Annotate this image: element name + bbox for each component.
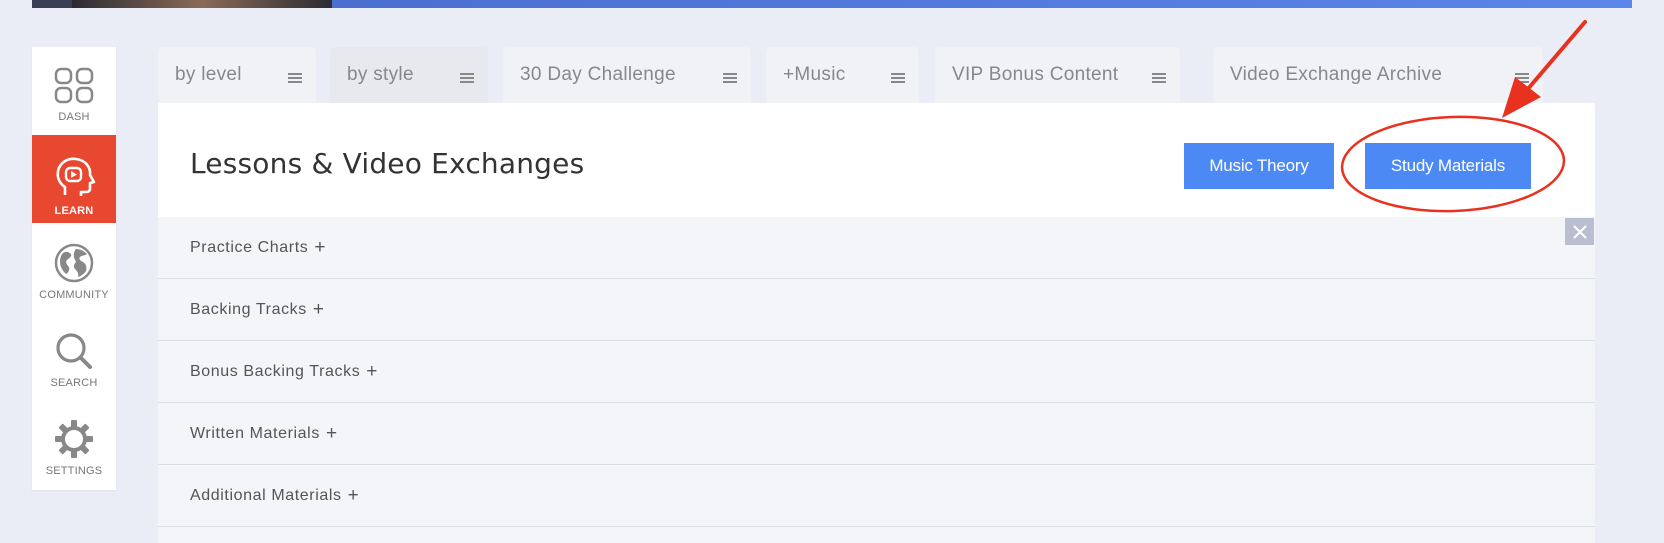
side-navigation: DASH LEARN COMMUNITY SEARCH SETTINGS (32, 47, 116, 490)
search-icon (56, 333, 92, 369)
expand-plus-icon: + (314, 236, 327, 258)
tab-label: 30 Day Challenge (520, 64, 676, 85)
hamburger-menu-icon[interactable] (1152, 73, 1166, 83)
page-title: Lessons & Video Exchanges (190, 147, 585, 180)
tab-label: +Music (783, 64, 846, 85)
nav-label-settings: SETTINGS (45, 465, 103, 477)
dashboard-grid-icon (54, 67, 94, 104)
tab-vip-bonus-content[interactable]: VIP Bonus Content (935, 47, 1180, 103)
tab-30-day-challenge[interactable]: 30 Day Challenge (503, 47, 751, 103)
hamburger-menu-icon[interactable] (460, 73, 474, 83)
tab-label: VIP Bonus Content (952, 64, 1119, 85)
nav-item-dash[interactable]: DASH (32, 47, 116, 135)
learn-head-icon (56, 157, 96, 196)
section-backing-tracks[interactable]: Backing Tracks + (158, 279, 1595, 341)
lessons-panel: Lessons & Video Exchanges Music Theory S… (158, 103, 1595, 543)
panel-header: Lessons & Video Exchanges Music Theory S… (158, 103, 1595, 217)
tab-music[interactable]: +Music (766, 47, 919, 103)
gear-icon (55, 420, 93, 458)
nav-label-community: COMMUNITY (39, 289, 109, 301)
tab-label: by level (175, 64, 242, 85)
section-label: Practice Charts (190, 238, 309, 256)
hamburger-menu-icon[interactable] (1515, 73, 1529, 83)
music-theory-button[interactable]: Music Theory (1184, 143, 1334, 189)
expand-plus-icon: + (312, 298, 325, 320)
tab-label: by style (347, 64, 414, 85)
tab-label: Video Exchange Archive (1230, 64, 1443, 85)
header-banner (32, 0, 1632, 8)
close-button[interactable] (1565, 218, 1594, 245)
tab-by-style[interactable]: by style (330, 47, 488, 103)
study-materials-button[interactable]: Study Materials (1365, 143, 1531, 189)
section-label: Additional Materials (190, 486, 342, 504)
hamburger-menu-icon[interactable] (891, 73, 905, 83)
section-written-materials[interactable]: Written Materials + (158, 403, 1595, 465)
hamburger-menu-icon[interactable] (723, 73, 737, 83)
nav-label-dash: DASH (58, 111, 90, 123)
nav-item-settings[interactable]: SETTINGS (32, 399, 116, 487)
header-photo (72, 0, 332, 8)
section-label: Bonus Backing Tracks (190, 362, 361, 380)
nav-label-search: SEARCH (50, 377, 98, 389)
nav-item-search[interactable]: SEARCH (32, 311, 116, 399)
section-label: Written Materials (190, 424, 320, 442)
section-label: Backing Tracks (190, 300, 307, 318)
nav-label-learn: LEARN (54, 205, 94, 217)
nav-item-community[interactable]: COMMUNITY (32, 223, 116, 311)
expand-plus-icon: + (325, 422, 338, 444)
close-icon (1572, 224, 1587, 239)
tab-video-exchange-archive[interactable]: Video Exchange Archive (1213, 47, 1543, 103)
section-additional-materials[interactable]: Additional Materials + (158, 465, 1595, 527)
globe-icon (54, 243, 94, 283)
tab-by-level[interactable]: by level (158, 47, 316, 103)
nav-item-learn[interactable]: LEARN (32, 135, 116, 223)
hamburger-menu-icon[interactable] (288, 73, 302, 83)
section-practice-charts[interactable]: Practice Charts + (158, 217, 1595, 279)
expand-plus-icon: + (366, 360, 378, 382)
section-bonus-backing-tracks[interactable]: Bonus Backing Tracks + (158, 341, 1595, 403)
expand-plus-icon: + (347, 484, 360, 506)
